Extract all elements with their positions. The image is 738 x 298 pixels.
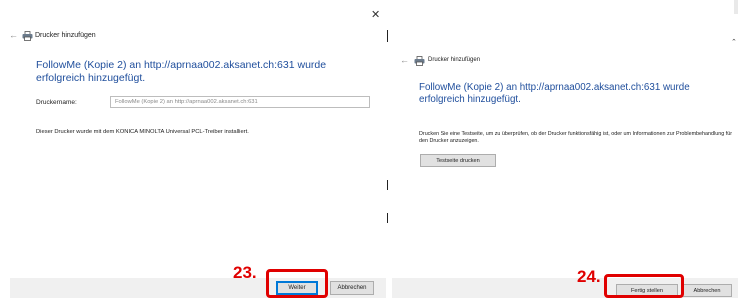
back-arrow-icon[interactable]: ←: [400, 55, 409, 65]
driver-info-text: Dieser Drucker wurde mit dem KONICA MINO…: [36, 129, 249, 135]
add-printer-dialog-left: ← Drucker hinzufügen ✕ FollowMe (Kopie 2…: [0, 0, 386, 298]
success-heading: FollowMe (Kopie 2) an http://aprnaa002.a…: [419, 82, 690, 105]
divider-tick: [387, 180, 388, 190]
step-number-label: 23.: [233, 263, 257, 282]
printer-name-label: Druckername:: [36, 99, 77, 106]
cancel-button[interactable]: Abbrechen: [682, 284, 732, 297]
step-highlight-box: [266, 269, 328, 298]
divider-tick: [387, 30, 388, 42]
printer-icon: [414, 56, 425, 66]
add-printer-dialog-right: ⌃ ← Drucker hinzufügen FollowMe (Kopie 2…: [392, 0, 738, 298]
scrollbar-thumb[interactable]: [734, 0, 738, 14]
cancel-button[interactable]: Abbrechen: [330, 281, 374, 295]
step-highlight-box: [604, 274, 684, 298]
dialog-title: Drucker hinzufügen: [35, 32, 96, 39]
print-test-page-button[interactable]: Testseite drucken: [420, 154, 496, 167]
dialog-title: Drucker hinzufügen: [428, 57, 481, 63]
divider-tick: [387, 213, 388, 223]
printer-name-input[interactable]: FollowMe (Kopie 2) an http://aprnaa002.a…: [110, 96, 370, 108]
success-heading: FollowMe (Kopie 2) an http://aprnaa002.a…: [36, 59, 327, 84]
back-arrow-icon[interactable]: ←: [9, 30, 18, 40]
step-number-label: 24.: [577, 267, 601, 286]
printer-icon: [22, 31, 33, 41]
close-icon[interactable]: ✕: [371, 8, 380, 21]
test-page-info-text: Drucken Sie eine Testseite, um zu überpr…: [419, 131, 733, 144]
chevron-up-icon[interactable]: ⌃: [731, 38, 737, 46]
